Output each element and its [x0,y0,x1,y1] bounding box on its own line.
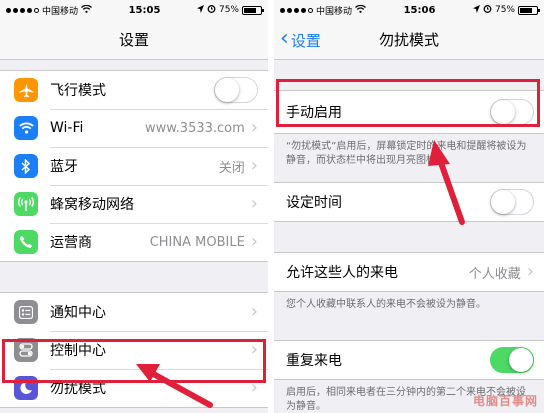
settings-row-label: Wi-Fi [50,120,84,136]
location-arrow-icon [196,4,204,16]
control-center-icon [14,338,38,362]
settings-row-label: 飞行模式 [50,83,106,99]
settings-row-control-center[interactable]: 控制中心 › [0,331,268,369]
chevron-right-icon: › [526,261,534,282]
carrier-value: CHINA MOBILE [149,234,245,250]
moon-icon [14,376,38,400]
status-bar: 中国移动 15:06 75% [274,0,544,20]
battery-icon [242,5,264,15]
signal-strength-icon [280,7,313,13]
chevron-right-icon: › [250,231,258,252]
page-title: 勿扰模式 [378,31,439,49]
settings-row-airplane-mode[interactable]: 飞行模式 [0,71,268,109]
bluetooth-status: 关闭 [218,160,245,176]
manual-label: 手动启用 [286,105,342,121]
settings-row-scheduled[interactable]: 设定时间 [274,183,544,221]
settings-row-label: 勿扰模式 [50,381,106,397]
navigation-bar: 设置 [0,20,268,60]
chevron-right-icon: › [250,117,258,138]
status-bar: 中国移动 15:05 75% [0,0,268,20]
scheduled-label: 设定时间 [286,195,342,211]
chevron-right-icon: › [250,193,258,214]
settings-row-wifi[interactable]: Wi-Fi www.3533.com › [0,109,268,147]
scheduled-switch[interactable] [490,189,534,215]
notification-center-icon [14,300,38,324]
status-time: 15:06 [403,4,436,16]
wifi-status-icon [355,4,366,16]
page-title: 设置 [118,31,149,49]
allow-calls-value: 个人收藏 [468,266,521,282]
settings-row-label: 蓝牙 [50,159,78,175]
settings-row-cellular[interactable]: 蜂窝移动网络 › [0,185,268,223]
status-time: 15:05 [128,4,161,16]
battery-percent: 75% [218,5,239,15]
wifi-status-icon [81,4,92,16]
alarm-icon [207,4,216,16]
settings-row-label: 运营商 [50,235,92,251]
allow-calls-label: 允许这些人的来电 [286,265,398,281]
settings-row-manual[interactable]: 手动启用 [274,91,544,133]
carrier-name: 中国移动 [316,6,353,17]
cellular-icon [14,192,38,216]
bluetooth-icon [14,154,38,178]
do-not-disturb-screen: 中国移动 15:06 75% ‹ 设置 勿扰模式 手动启用 “勿扰模式”启用后，… [274,0,544,413]
back-label: 设置 [290,31,321,50]
manual-footer-text: “勿扰模式”启用后，屏幕锁定时的来电和提醒将被设为静音，而状态栏中将出现月亮图标… [286,141,527,166]
settings-row-bluetooth[interactable]: 蓝牙 关闭 › [0,147,268,185]
battery-icon [518,5,540,15]
phone-icon [14,230,38,254]
repeat-calls-group: 重复来电 [274,340,544,380]
airplane-icon [14,78,38,102]
manual-enable-switch[interactable] [490,99,534,125]
settings-row-notification-center[interactable]: 通知中心 › [0,293,268,331]
airplane-mode-switch[interactable] [214,77,258,103]
settings-row-allow-calls[interactable]: 允许这些人的来电 个人收藏 › [274,253,544,291]
chevron-right-icon: › [250,377,258,398]
settings-row-do-not-disturb[interactable]: 勿扰模式 › [0,369,268,407]
battery-percent: 75% [494,5,515,15]
allow-calls-footer-text: 您个人收藏中联系人的来电不会被设为静音。 [286,299,486,310]
settings-row-label: 蜂窝移动网络 [50,197,134,213]
allow-calls-group: 允许这些人的来电 个人收藏 › [274,252,544,292]
chevron-right-icon: › [250,301,258,322]
settings-row-carrier[interactable]: 运营商 CHINA MOBILE › [0,223,268,261]
settings-screen: 中国移动 15:05 75% 设置 飞行模式 Wi-Fi www.3533.co… [0,0,268,413]
settings-row-label: 控制中心 [50,343,106,359]
back-button[interactable]: ‹ 设置 [280,20,321,60]
navigation-bar: ‹ 设置 勿扰模式 [274,20,544,60]
signal-strength-icon [6,7,39,13]
watermark: 电脑百事网 [472,394,538,408]
chevron-right-icon: › [250,339,258,360]
settings-row-repeat-calls[interactable]: 重复来电 [274,341,544,379]
location-arrow-icon [472,4,480,16]
alarm-icon [483,4,492,16]
settings-row-label: 通知中心 [50,305,106,321]
chevron-left-icon: ‹ [280,26,289,51]
wifi-icon [14,116,38,140]
carrier-name: 中国移动 [42,6,79,17]
manual-group: 手动启用 [274,90,544,134]
settings-group-system: 通知中心 › 控制中心 › 勿扰模式 › [0,292,268,408]
repeat-calls-label: 重复来电 [286,353,342,369]
chevron-right-icon: › [250,155,258,176]
settings-group-connectivity: 飞行模式 Wi-Fi www.3533.com › 蓝牙 关闭 › 蜂窝移动网络… [0,70,268,262]
repeat-calls-switch[interactable] [490,347,534,373]
scheduled-group: 设定时间 [274,182,544,222]
wifi-network-name: www.3533.com [144,120,245,136]
